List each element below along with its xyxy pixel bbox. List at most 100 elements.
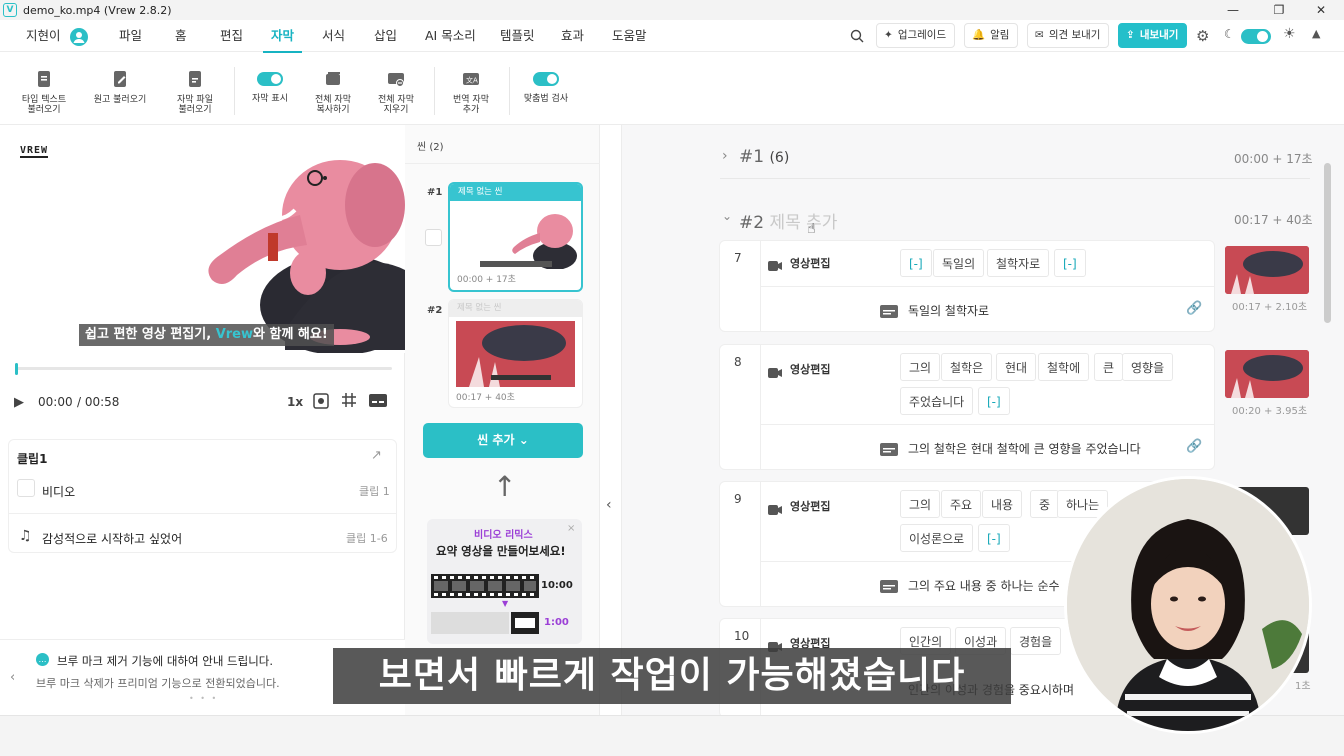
menu-effects[interactable]: 효과 — [561, 20, 584, 52]
export-button[interactable]: ⇪ 내보내기 — [1118, 23, 1188, 48]
word-token[interactable]: [-] — [1054, 249, 1086, 277]
tool-import-subtitle-file[interactable]: 자막 파일 불러오기 — [159, 53, 231, 125]
word-token[interactable]: 경험을 — [1010, 627, 1062, 655]
scene-card-1[interactable]: 제목 없는 씬 00:00 + 17초 — [448, 182, 583, 292]
scene-1-heading[interactable]: #1 (6) — [739, 147, 789, 167]
tool-copy-all-subtitles[interactable]: 전체 자막 복사하기 — [297, 53, 369, 125]
clip-video-checkbox[interactable] — [17, 479, 35, 497]
collapse-ribbon-icon[interactable]: ▲ — [1312, 27, 1320, 40]
menu-template[interactable]: 템플릿 — [500, 20, 535, 52]
word-token[interactable]: 중 — [1030, 490, 1060, 518]
word-token[interactable]: 그의 — [900, 353, 941, 381]
link-icon[interactable]: 🔗 — [1186, 301, 1202, 316]
menu-insert[interactable]: 삽입 — [374, 20, 397, 52]
word-token[interactable]: [-] — [978, 387, 1010, 415]
feedback-button[interactable]: ✉ 의견 보내기 — [1027, 23, 1110, 48]
video-preview[interactable]: VREW 쉽고 편한 영상 편집기, Vrew와 함께 해요! — [0, 125, 405, 353]
word-token[interactable]: 내용 — [982, 490, 1023, 518]
link-icon[interactable]: 🔗 — [1186, 439, 1202, 454]
music-note-icon: ♫ — [19, 528, 32, 544]
word-token[interactable]: [-] — [978, 524, 1010, 552]
close-window-button[interactable]: ✕ — [1298, 0, 1344, 20]
notice-pager-dots[interactable]: • • • — [189, 694, 218, 703]
clip-thumbnail[interactable] — [1225, 350, 1309, 398]
search-icon[interactable] — [850, 28, 864, 47]
subtitle-text[interactable]: 그의 철학은 현대 철학에 큰 영향을 주었습니다 — [908, 440, 1141, 457]
collapse-panel-icon[interactable]: ‹ — [606, 497, 612, 513]
subtitle-view-icon[interactable] — [368, 393, 388, 412]
tool-spell-check[interactable]: 맞춤법 검사 — [510, 53, 582, 125]
scrollbar-thumb[interactable] — [1324, 163, 1331, 323]
menu-help[interactable]: 도움말 — [612, 20, 647, 52]
progress-track[interactable] — [15, 367, 392, 370]
menu-subtitle[interactable]: 자막 — [262, 20, 303, 53]
scene-expand-chevron-icon[interactable]: › — [722, 148, 728, 164]
menu-home[interactable]: 홈 — [175, 20, 187, 52]
theme-toggle[interactable] — [1241, 29, 1271, 44]
tool-import-script[interactable]: 원고 불러오기 — [84, 53, 156, 125]
word-token[interactable]: 철학에 — [1038, 353, 1090, 381]
clip-row-label[interactable]: 감성적으로 시작하고 싶었어 — [42, 530, 182, 547]
minimize-button[interactable]: — — [1210, 0, 1256, 20]
scene-thumbnail — [456, 321, 575, 387]
clip-row-label[interactable]: 비디오 — [42, 483, 75, 500]
word-token[interactable]: 그의 — [900, 490, 941, 518]
add-scene-button[interactable]: 씬 추가 ⌄ — [423, 423, 583, 458]
menu-file[interactable]: 파일 — [119, 20, 142, 52]
tool-add-translation[interactable]: 文A 번역 자막 추가 — [435, 53, 507, 125]
word-token[interactable]: 이성론으로 — [900, 524, 974, 552]
settings-gear-icon[interactable]: ⚙ — [1196, 27, 1209, 45]
menu-ai-voice[interactable]: AI 목소리 — [425, 20, 476, 52]
promo-close-icon[interactable]: × — [567, 523, 575, 534]
word-token[interactable]: 주었습니다 — [900, 387, 974, 415]
word-token[interactable]: 영향을 — [1122, 353, 1174, 381]
speed-button[interactable]: 1x — [287, 395, 303, 409]
scene-collapse-chevron-icon[interactable]: ⌄ — [722, 209, 732, 223]
video-remix-promo[interactable]: 비디오 리믹스 × 요약 영상을 만들어보세요! 10:00 ▼ 1:00 — [427, 519, 582, 644]
user-avatar-icon[interactable] — [70, 28, 88, 46]
word-token[interactable]: 독일의 — [933, 249, 985, 277]
spell-check-toggle[interactable] — [533, 72, 559, 86]
alarm-button[interactable]: 🔔 알림 — [964, 23, 1019, 48]
clip-number: 8 — [734, 355, 742, 369]
tool-show-subtitles[interactable]: 자막 표시 — [234, 53, 306, 125]
word-token[interactable]: 철학은 — [941, 353, 993, 381]
clip-number: 9 — [734, 492, 742, 506]
scene-2-heading[interactable]: #2 제목 추가 — [739, 208, 837, 233]
screenshot-icon[interactable] — [312, 392, 330, 414]
tool-type-text[interactable]: 타입 텍스트 불러오기 — [8, 53, 80, 125]
word-token[interactable]: [-] — [900, 249, 932, 277]
word-token[interactable]: 주요 — [941, 490, 982, 518]
menu-bar: 지현이 파일 홈 편집 자막 서식 삽입 AI 목소리 템플릿 효과 도움말 ✦… — [0, 20, 1344, 53]
open-external-icon[interactable]: ↗ — [371, 448, 382, 463]
show-subtitles-toggle[interactable] — [257, 72, 283, 86]
translate-icon: 文A — [461, 69, 481, 89]
grid-icon[interactable] — [341, 392, 357, 412]
maximize-button[interactable]: ❐ — [1256, 0, 1302, 20]
subtitle-text[interactable]: 그의 주요 내용 중 하나는 순수 — [908, 577, 1060, 594]
word-token[interactable]: 철학자로 — [987, 249, 1050, 277]
scene-title[interactable]: 제목 없는 씬 — [450, 184, 581, 201]
menu-edit[interactable]: 편집 — [220, 20, 243, 52]
scene-checkbox[interactable] — [425, 229, 442, 246]
notice-prev-icon[interactable]: ‹ — [10, 670, 15, 685]
hand-cursor-icon: ☝ — [807, 221, 816, 237]
scene-title[interactable]: 제목 없는 씬 — [449, 300, 582, 317]
clip-row-8[interactable]: 8 영상편집 그의 철학은 현대 철학에 큰 영향을 주었습니다 [-] 그의 … — [719, 344, 1215, 470]
tool-erase-all-subtitles[interactable]: 전체 자막 지우기 — [360, 53, 432, 125]
clip-row-7[interactable]: 7 영상편집 [-] 독일의 철학자로 [-] 독일의 철학자로 🔗 — [719, 240, 1215, 332]
overlay-caption: 보면서 빠르게 작업이 가능해졌습니다 — [333, 648, 1011, 704]
menu-format[interactable]: 서식 — [322, 20, 345, 52]
upgrade-button[interactable]: ✦ 업그레이드 — [876, 23, 956, 48]
word-token[interactable]: 큰 — [1094, 353, 1124, 381]
play-icon[interactable]: ▶ — [14, 395, 24, 410]
word-token[interactable]: 현대 — [996, 353, 1037, 381]
vrew-app-icon: V — [3, 3, 17, 17]
clip-thumbnail[interactable] — [1225, 246, 1309, 294]
export-icon: ⇪ — [1126, 29, 1135, 41]
progress-handle[interactable] — [15, 363, 18, 375]
notice-title[interactable]: 브루 마크 제거 기능에 대하여 안내 드립니다. — [57, 653, 273, 669]
subtitle-text[interactable]: 독일의 철학자로 — [908, 302, 989, 319]
user-name[interactable]: 지현이 — [26, 20, 61, 52]
scene-card-2[interactable]: 제목 없는 씬 00:17 + 40초 — [448, 299, 583, 408]
